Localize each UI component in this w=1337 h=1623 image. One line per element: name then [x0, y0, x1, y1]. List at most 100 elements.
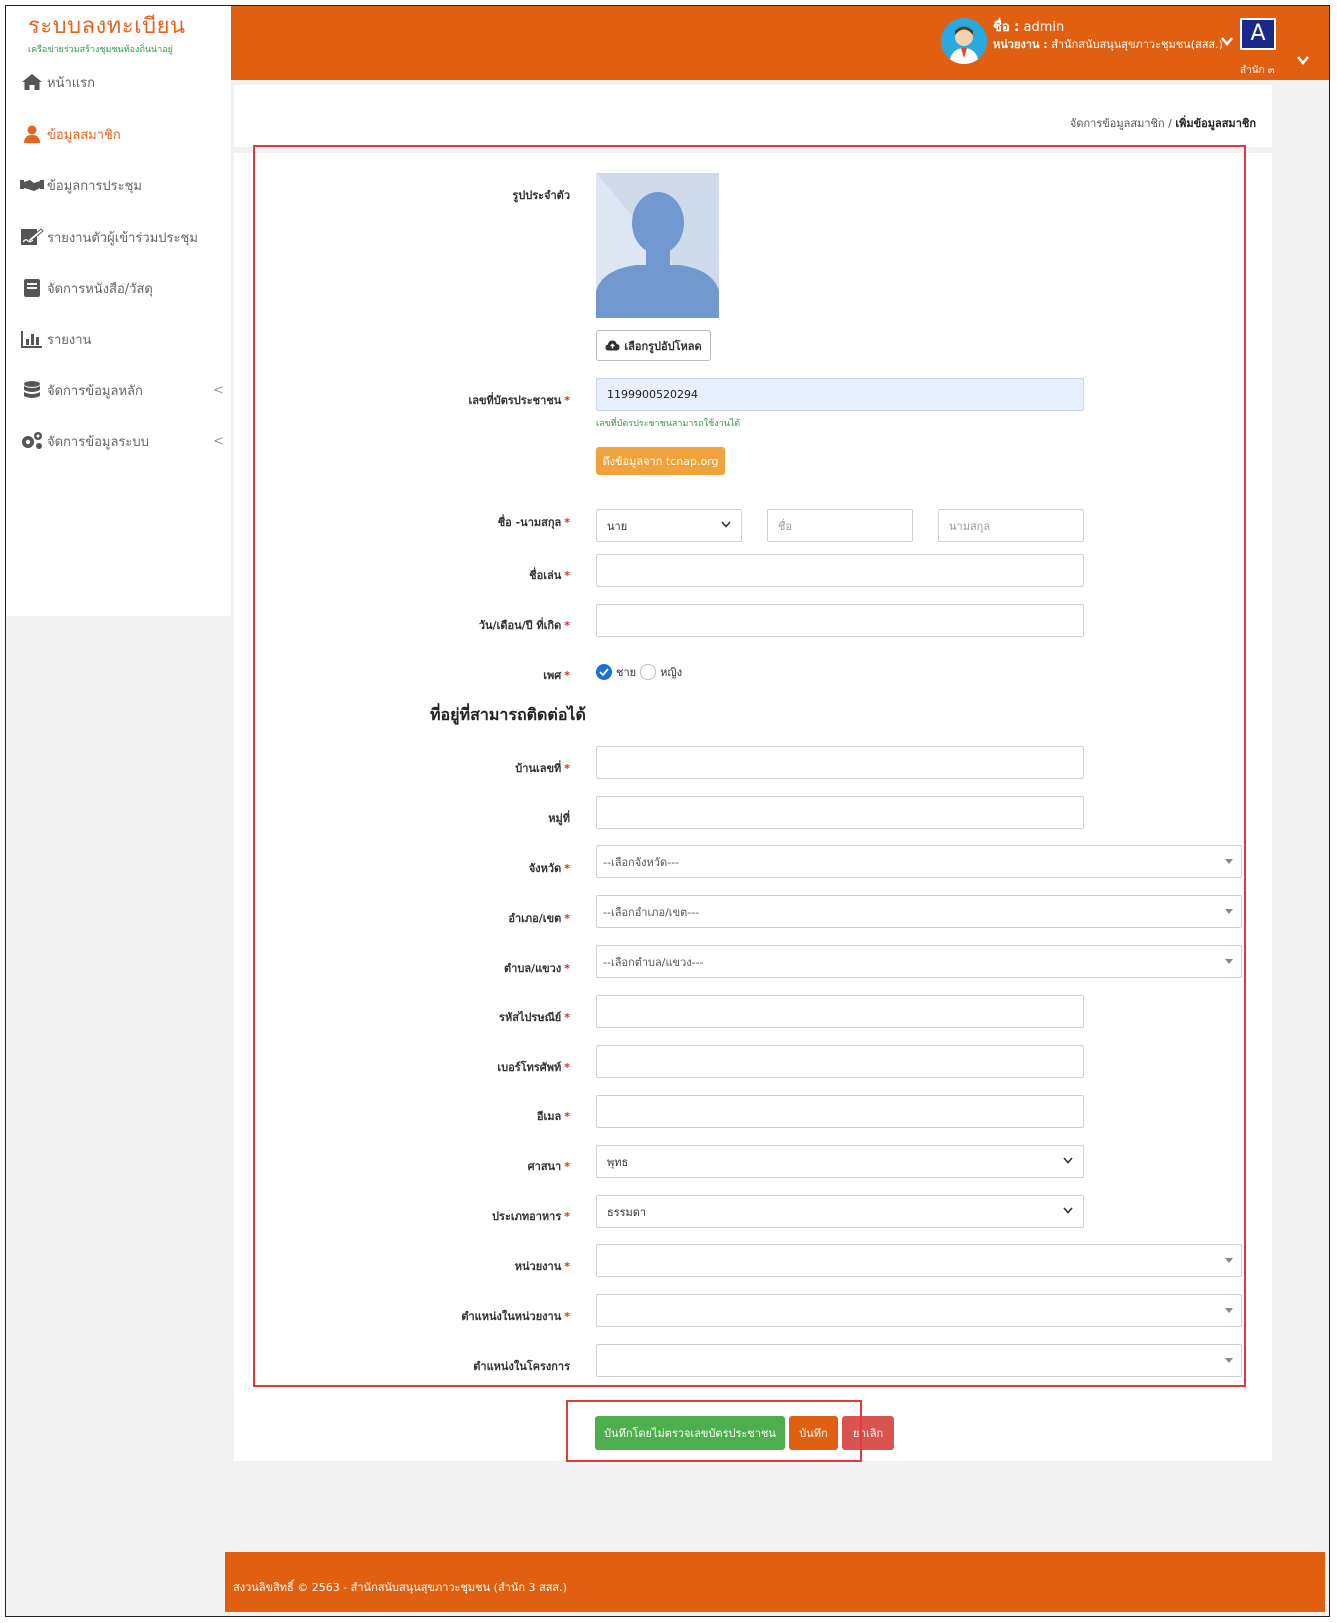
sidebar-item-label: หน้าแรก: [47, 75, 95, 91]
first-name-input[interactable]: ชื่อ: [767, 509, 913, 542]
profile-photo-placeholder: [596, 173, 719, 318]
sidebar-item-attendance[interactable]: รายงานตัวผู้เข้าร่วมประชุม: [20, 225, 198, 249]
project-position-select[interactable]: [596, 1344, 1242, 1377]
house-number-input[interactable]: [596, 746, 1084, 779]
sidebar-item-system-data[interactable]: จัดการข้อมูลระบบ <: [20, 429, 225, 453]
home-icon: [20, 72, 44, 92]
required-mark: *: [564, 394, 570, 407]
province-label-text: จังหวัด: [528, 862, 562, 875]
gender-label: เพศ *: [350, 666, 570, 684]
required-mark: *: [564, 516, 570, 529]
last-name-input[interactable]: นามสกุล: [938, 509, 1084, 542]
account-chevron-down-icon[interactable]: [1297, 54, 1309, 68]
religion-select[interactable]: พุทธ: [596, 1145, 1084, 1178]
food-type-select[interactable]: ธรรมดา: [596, 1195, 1084, 1228]
sidebar-item-reports[interactable]: รายงาน: [20, 327, 91, 351]
organization-label-text: หน่วยงาน: [514, 1260, 562, 1273]
top-bar: ชื่อ : admin หน่วยงาน : สำนักสนับสนุนสุข…: [231, 6, 1329, 80]
user-unit-value: สำนักสนับสนุนสุขภาวะชุมชน(สสส.): [1051, 38, 1223, 51]
org-position-label-text: ตำแหน่งในหน่วยงาน: [461, 1310, 562, 1323]
fetch-tcnap-button[interactable]: ดึงข้อมูลจาก tcnap.org: [596, 447, 725, 475]
sidebar-item-label: ข้อมูลการประชุม: [47, 178, 142, 194]
prefix-select[interactable]: นาย: [596, 509, 742, 542]
house-number-label: บ้านเลขที่ *: [350, 759, 570, 777]
required-mark: *: [564, 1210, 570, 1223]
user-menu-chevron-down-icon[interactable]: [1221, 35, 1233, 49]
brand-subtitle: เครือข่ายร่วมสร้างชุมชนท้องถิ่นน่าอยู่: [28, 45, 173, 55]
sidebar-item-label: จัดการหนังสือ/วัสดุ: [47, 281, 153, 297]
brand-title: ระบบลงทะเบียน: [28, 14, 186, 39]
required-mark: *: [564, 1110, 570, 1123]
required-mark: *: [564, 762, 570, 775]
required-mark: *: [564, 912, 570, 925]
address-section-title: ที่อยู่ที่สามารถติดต่อได้: [430, 705, 586, 724]
breadcrumb-parent[interactable]: จัดการข้อมูลสมาชิก: [1070, 117, 1165, 130]
sidebar-item-label: รายงาน: [47, 332, 92, 348]
chevron-down-icon: [721, 520, 731, 531]
caret-down-icon: [1225, 957, 1233, 966]
signature-icon: [20, 227, 44, 247]
food-type-label-text: ประเภทอาหาร: [492, 1210, 562, 1223]
id-card-input[interactable]: 1199900520294: [596, 378, 1084, 411]
id-card-label-text: เลขที่บัตรประชาชน: [468, 394, 562, 407]
required-mark: *: [564, 1310, 570, 1323]
required-mark: *: [564, 1011, 570, 1024]
email-input[interactable]: [596, 1095, 1084, 1128]
postcode-label-text: รหัสไปรษณีย์: [499, 1011, 562, 1024]
phone-label: เบอร์โทรศัพท์ *: [350, 1058, 570, 1076]
breadcrumb-bar: จัดการข้อมูลสมาชิก / เพิ่มข้อมูลสมาชิก: [234, 85, 1272, 147]
food-type-label: ประเภทอาหาร *: [350, 1207, 570, 1225]
required-mark: *: [564, 1061, 570, 1074]
cloud-upload-icon: [605, 340, 620, 351]
database-icon: [20, 380, 44, 400]
sidebar-item-meetings[interactable]: ข้อมูลการประชุม: [20, 173, 142, 197]
sidebar-item-home[interactable]: หน้าแรก: [20, 70, 95, 94]
breadcrumb-separator: /: [1164, 117, 1176, 130]
sidebar-item-master-data[interactable]: จัดการข้อมูลหลัก <: [20, 378, 225, 402]
breadcrumb-current: เพิ่มข้อมูลสมาชิก: [1175, 117, 1256, 130]
brand[interactable]: ระบบลงทะเบียน เครือข่ายร่วมสร้างชุมชนท้อ…: [6, 6, 231, 72]
province-label: จังหวัด *: [350, 859, 570, 877]
email-label: อีเมล *: [350, 1107, 570, 1125]
gender-female-label: หญิง: [660, 666, 683, 679]
gender-female-radio[interactable]: [640, 664, 657, 680]
org-position-select[interactable]: [596, 1294, 1242, 1327]
sidebar-item-members[interactable]: ข้อมูลสมาชิก: [20, 122, 121, 146]
food-type-select-value: ธรรมดา: [607, 1205, 647, 1219]
sidebar: ระบบลงทะเบียน เครือข่ายร่วมสร้างชุมชนท้อ…: [6, 6, 231, 616]
user-unit: หน่วยงาน : สำนักสนับสนุนสุขภาวะชุมชน(สสส…: [993, 35, 1223, 53]
sidebar-item-label: ข้อมูลสมาชิก: [47, 127, 121, 143]
postcode-input[interactable]: [596, 995, 1084, 1028]
moo-input[interactable]: [596, 796, 1084, 829]
bar-chart-icon: [20, 329, 44, 349]
user-icon: [20, 124, 44, 144]
birthdate-input[interactable]: [596, 604, 1084, 637]
user-name: ชื่อ : admin: [993, 16, 1064, 37]
caret-down-icon: [1225, 857, 1233, 866]
user-name-value: admin: [1023, 20, 1065, 35]
sidebar-item-label: รายงานตัวผู้เข้าร่วมประชุม: [47, 230, 198, 246]
sidebar-item-label: จัดการข้อมูลระบบ: [47, 434, 149, 450]
account-tile[interactable]: A: [1240, 18, 1276, 50]
account-caption: สำนัก ๓: [1240, 65, 1275, 76]
upload-photo-button[interactable]: เลือกรูปอัปโหลด: [596, 330, 711, 361]
nickname-label-text: ชื่อเล่น: [529, 569, 562, 582]
full-name-label-text: ชื่อ -นามสกุล: [497, 516, 562, 529]
organization-select[interactable]: [596, 1244, 1242, 1277]
nickname-input[interactable]: [596, 554, 1084, 587]
birthdate-label: วัน/เดือน/ปี ที่เกิด *: [350, 616, 570, 634]
full-name-label: ชื่อ -นามสกุล *: [350, 513, 570, 531]
required-mark: *: [564, 569, 570, 582]
gender-male-radio[interactable]: [596, 664, 612, 680]
phone-input[interactable]: [596, 1045, 1084, 1078]
province-select[interactable]: --เลือกจังหวัด---: [596, 845, 1242, 878]
caret-down-icon: [1225, 1256, 1233, 1265]
phone-label-text: เบอร์โทรศัพท์: [497, 1061, 562, 1074]
district-select[interactable]: --เลือกอำเภอ/เขต---: [596, 895, 1242, 928]
chevron-left-icon: <: [213, 433, 224, 449]
required-mark: *: [564, 1260, 570, 1273]
avatar[interactable]: [941, 18, 987, 64]
photo-label: รูปประจำตัว: [512, 189, 570, 202]
subdistrict-select[interactable]: --เลือกตำบล/แขวง---: [596, 945, 1242, 978]
sidebar-item-books[interactable]: จัดการหนังสือ/วัสดุ: [20, 276, 153, 300]
